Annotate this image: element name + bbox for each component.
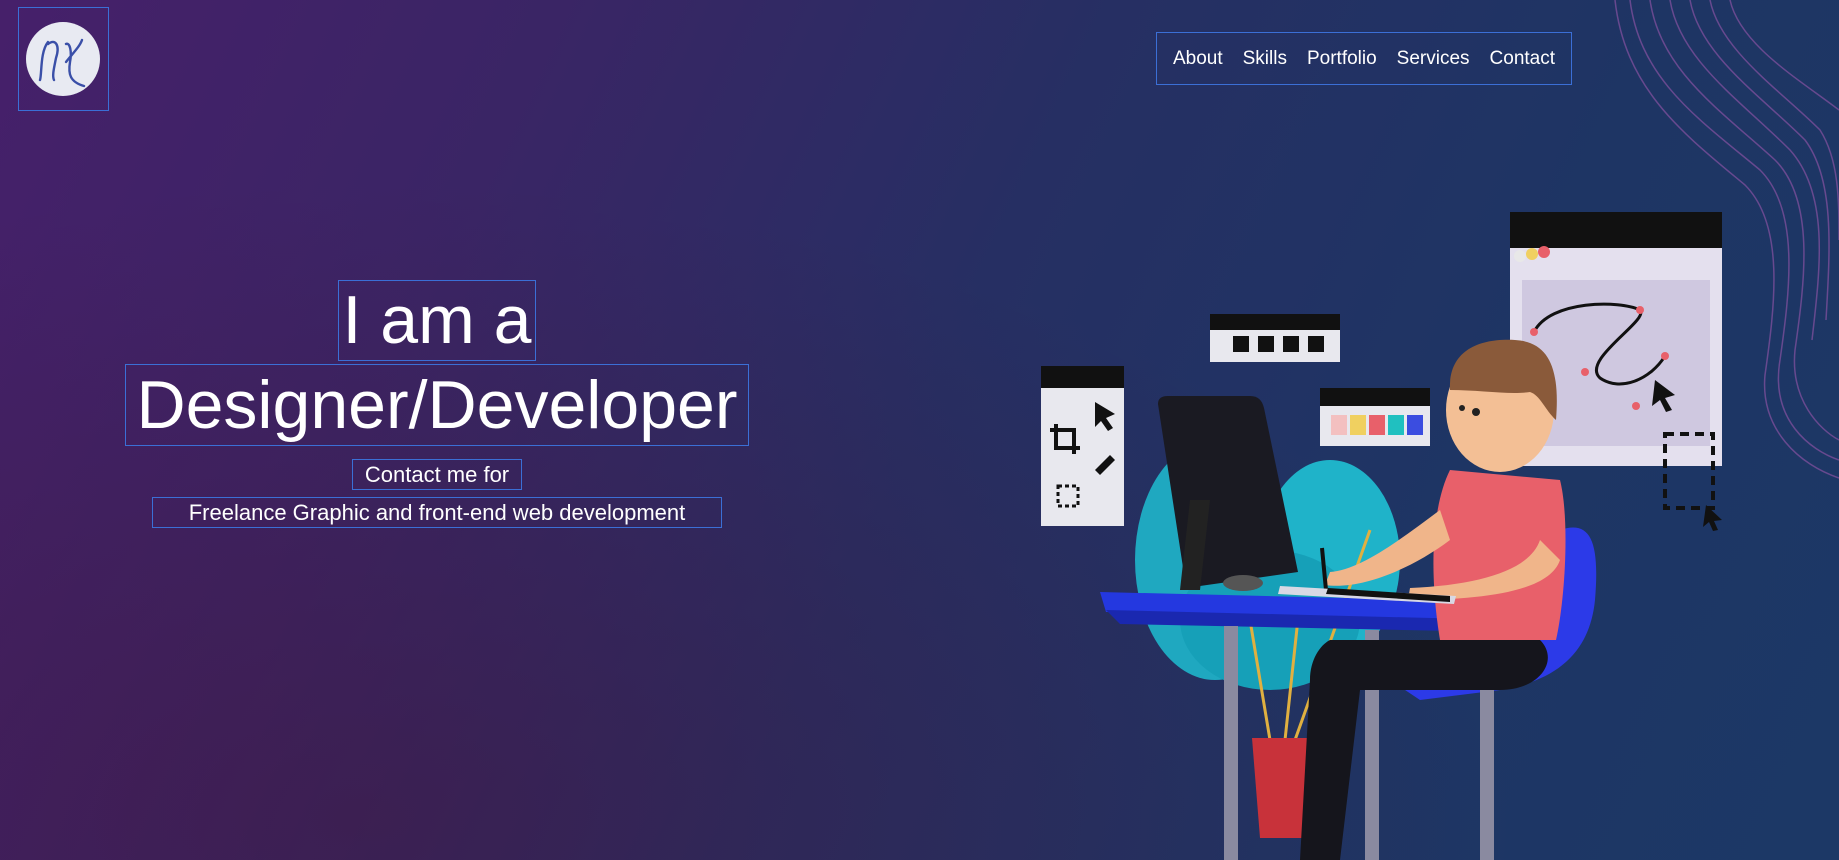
designer-at-desk-illustration	[1041, 0, 1839, 860]
hero-subtitle-line2: Freelance Graphic and front-end web deve…	[152, 497, 722, 528]
color-swatches-icon	[1320, 388, 1430, 446]
hero-title-line1: I am a	[338, 280, 536, 361]
logo-link[interactable]	[18, 7, 109, 111]
logo-signature-icon	[26, 22, 100, 96]
hero-title-line2: Designer/Developer	[125, 364, 749, 446]
layers-panel-icon	[1210, 314, 1340, 362]
tool-panel-icon	[1041, 366, 1124, 526]
hero-subtitle-line1: Contact me for	[352, 459, 522, 490]
